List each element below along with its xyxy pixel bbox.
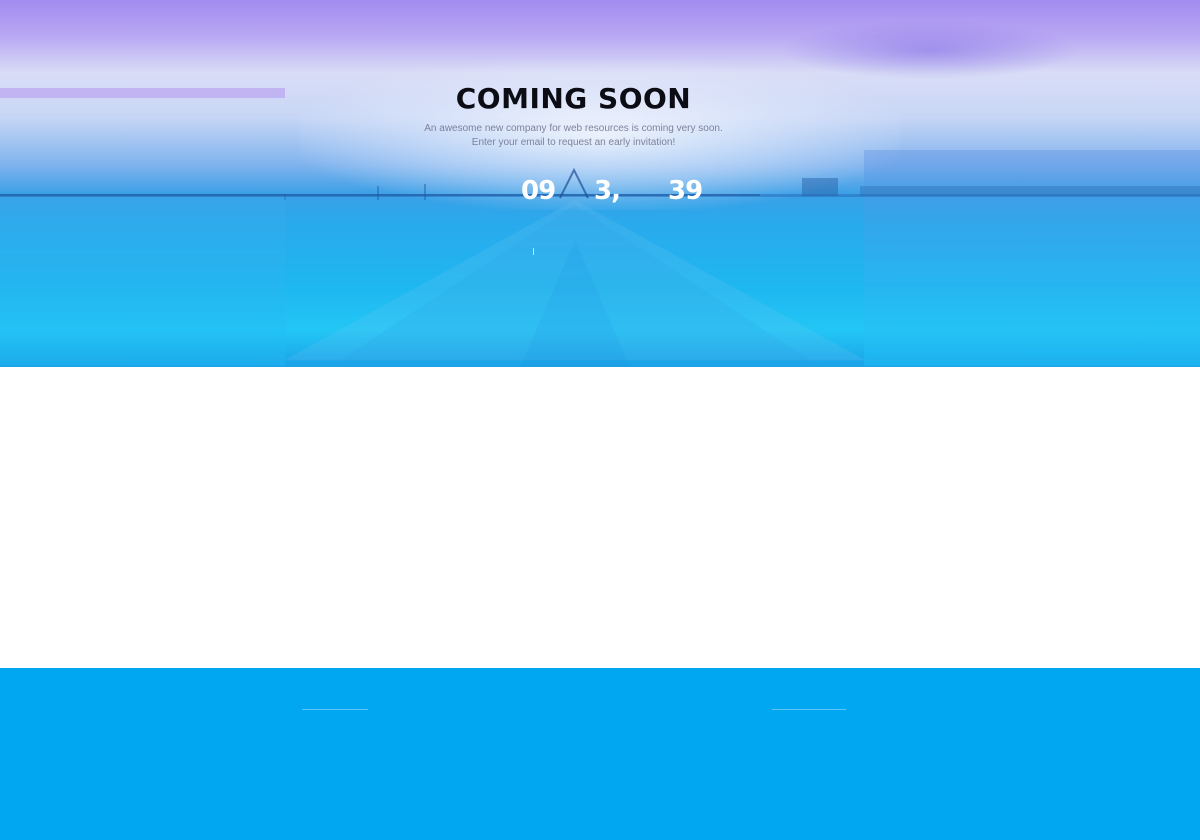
- countdown-value-2: 3,: [594, 176, 621, 206]
- footer-divider-right: [772, 709, 846, 710]
- page-title: COMING SOON: [455, 82, 692, 115]
- countdown-value-3: 39: [668, 176, 703, 206]
- page-subtitle: An awesome new company for web resources…: [0, 122, 1147, 150]
- hero-section: COMING SOON An awesome new company for w…: [0, 0, 1200, 367]
- countdown-timer: 09 3, 39: [0, 176, 1200, 216]
- email-input-caret[interactable]: [533, 248, 534, 255]
- content-section: [0, 367, 1200, 668]
- footer: [0, 668, 1200, 840]
- footer-divider-left: [302, 709, 368, 710]
- countdown-value-1: 09: [521, 176, 556, 206]
- subtitle-line-2: Enter your email to request an early inv…: [471, 137, 676, 148]
- subtitle-line-1: An awesome new company for web resources…: [424, 123, 723, 134]
